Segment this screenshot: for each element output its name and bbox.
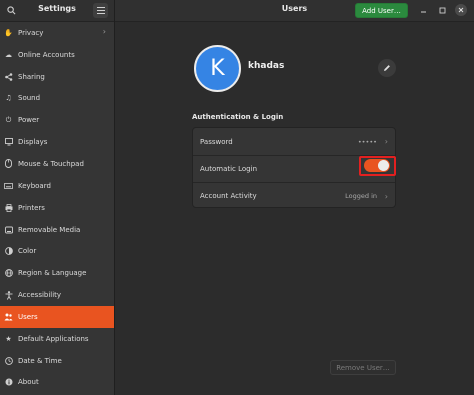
power-icon: ⏻ (5, 115, 12, 124)
username: khadas (248, 61, 285, 71)
sidebar-item-label: Default Applications (18, 334, 89, 343)
sidebar-item-default-applications[interactable]: ★ Default Applications (0, 328, 114, 350)
automatic-login-toggle[interactable] (364, 159, 390, 172)
keyboard-icon (4, 181, 13, 190)
sidebar-item-label: Accessibility (18, 291, 62, 300)
color-icon (4, 247, 13, 256)
sidebar-item-printers[interactable]: Printers (0, 197, 114, 219)
sidebar-item-power[interactable]: ⏻ Power (0, 109, 114, 131)
sidebar-item-users[interactable]: Users (0, 305, 114, 328)
sidebar-item-label: Privacy (18, 28, 44, 37)
section-title: Authentication & Login (192, 113, 284, 121)
sidebar-item-label: Displays (18, 138, 48, 147)
hamburger-menu-icon[interactable] (93, 3, 108, 18)
sidebar-list: ✋ Privacy › ☁ Online Accounts Sharing ♫ … (0, 22, 114, 393)
sidebar-item-displays[interactable]: Displays (0, 131, 114, 153)
account-activity-label: Account Activity (200, 192, 257, 200)
sidebar-item-removable-media[interactable]: Removable Media (0, 219, 114, 241)
account-activity-value: Logged in (345, 192, 377, 200)
avatar-initial: K (210, 56, 225, 81)
media-icon (4, 225, 13, 234)
sidebar-item-color[interactable]: Color (0, 240, 114, 262)
sidebar-item-sound[interactable]: ♫ Sound (0, 88, 114, 110)
printer-icon (4, 203, 13, 212)
chevron-right-icon: › (384, 191, 388, 201)
sidebar-item-label: Date & Time (18, 356, 62, 365)
sidebar-item-label: Mouse & Touchpad (18, 159, 84, 168)
sidebar: Settings ✋ Privacy › ☁ Online Accounts S… (0, 0, 115, 395)
chevron-right-icon: › (102, 27, 106, 36)
sidebar-item-label: Sharing (18, 72, 45, 81)
sidebar-header: Settings (0, 0, 114, 22)
toggle-knob (378, 160, 389, 171)
sidebar-item-label: Sound (18, 94, 41, 103)
sidebar-item-region-language[interactable]: Region & Language (0, 262, 114, 284)
account-activity-row[interactable]: Account Activity Logged in › (193, 182, 395, 209)
edit-username-button[interactable] (378, 59, 396, 77)
sidebar-item-accessibility[interactable]: Accessibility (0, 284, 114, 306)
star-icon: ★ (5, 334, 12, 343)
sidebar-item-label: Removable Media (18, 225, 81, 234)
pencil-icon (383, 64, 391, 72)
chevron-right-icon: › (384, 137, 388, 146)
music-note-icon: ♫ (5, 94, 12, 103)
sidebar-item-label: Color (18, 247, 37, 256)
globe-icon (4, 269, 13, 278)
sidebar-item-sharing[interactable]: Sharing (0, 66, 114, 88)
sidebar-item-keyboard[interactable]: Keyboard (0, 175, 114, 197)
password-label: Password (200, 137, 233, 146)
sidebar-item-label: Users (18, 312, 38, 321)
sidebar-item-label: Printers (18, 203, 45, 212)
info-icon (4, 378, 13, 387)
sidebar-item-online-accounts[interactable]: ☁ Online Accounts (0, 44, 114, 66)
password-row[interactable]: Password ••••• › (193, 128, 395, 155)
avatar[interactable]: K (194, 45, 241, 92)
minimize-icon[interactable] (417, 4, 429, 16)
users-icon (4, 312, 13, 321)
add-user-button[interactable]: Add User… (355, 3, 408, 18)
mouse-icon (4, 159, 13, 169)
monitor-icon (4, 138, 13, 147)
sidebar-item-label: Power (18, 116, 40, 125)
sidebar-item-privacy[interactable]: ✋ Privacy › (0, 22, 114, 44)
cloud-icon: ☁ (5, 50, 12, 59)
accessibility-icon (4, 290, 13, 300)
sidebar-item-date-time[interactable]: Date & Time (0, 350, 114, 372)
share-icon (4, 72, 13, 81)
close-icon[interactable] (455, 4, 467, 16)
automatic-login-label: Automatic Login (200, 165, 258, 173)
hand-icon: ✋ (4, 28, 13, 37)
users-panel: K khadas Authentication & Login Password… (116, 23, 474, 395)
clock-icon (4, 356, 13, 365)
maximize-icon[interactable] (436, 4, 448, 16)
header-bar: Users Add User… (115, 0, 474, 22)
sidebar-item-label: About (18, 378, 39, 387)
sidebar-item-label: Online Accounts (18, 50, 75, 59)
password-value: ••••• (357, 137, 377, 146)
sidebar-item-about[interactable]: About (0, 372, 114, 394)
sidebar-item-mouse-touchpad[interactable]: Mouse & Touchpad (0, 153, 114, 175)
sidebar-item-label: Region & Language (18, 269, 87, 278)
remove-user-button[interactable]: Remove User… (330, 360, 396, 375)
sidebar-item-label: Keyboard (18, 181, 51, 190)
